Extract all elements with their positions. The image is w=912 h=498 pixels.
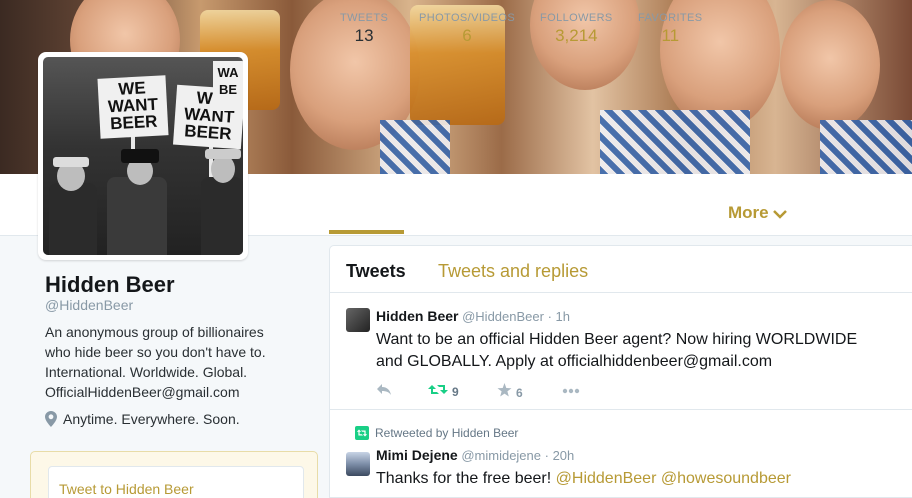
stat-followers-label: FOLLOWERS [540,12,613,24]
star-icon [497,383,512,397]
tweet-author-handle[interactable]: @HiddenBeer [462,309,544,324]
reply-icon [377,384,391,395]
favorite-count: 6 [516,386,523,400]
retweet-icon [355,426,369,440]
avatar-sign-1: WE WANT BEER [97,75,169,139]
tweet-timestamp[interactable]: · 20h [545,448,575,463]
tweet-to-box: Tweet to Hidden Beer [30,451,318,498]
more-dots-icon [562,388,580,394]
stat-photos-label: PHOTOS/VIDEOS [419,12,516,24]
tweet-item[interactable]: Hidden Beer @HiddenBeer · 1h Want to be … [330,294,912,410]
retweet-button[interactable]: 9 [428,383,459,399]
active-stat-underline [329,230,404,234]
retweet-count: 9 [452,385,459,399]
tweet-avatar[interactable] [346,452,370,476]
profile-handle[interactable]: @HiddenBeer [45,297,133,313]
chevron-down-icon [773,209,788,219]
avatar-person-2 [107,177,167,255]
tweet-text: Thanks for the free beer! @HiddenBeer @h… [376,468,906,490]
tweet-author-handle[interactable]: @mimidejene [461,448,541,463]
profile-location: Anytime. Everywhere. Soon. [45,411,240,427]
stat-photos-videos[interactable]: PHOTOS/VIDEOS 6 [419,12,515,46]
stat-followers-value: 3,214 [555,26,598,45]
profile-avatar[interactable]: WE WANT BEER WE WANT BEER WA BE [38,52,248,260]
more-menu-button[interactable]: More [728,203,788,223]
profile-bio: An anonymous group of billionaires who h… [45,324,266,400]
avatar-hat-2 [121,149,159,163]
tweet-text-plain: Thanks for the free beer! [376,470,556,487]
mention-link[interactable]: @howesoundbeer [661,470,791,487]
stat-followers[interactable]: FOLLOWERS 3,214 [540,12,613,46]
tweet-timestamp[interactable]: · 1h [548,309,570,324]
location-pin-icon [45,411,57,427]
tweet-item[interactable]: Retweeted by Hidden Beer Mimi Dejene @mi… [330,411,912,497]
banner-dirndl-3 [820,120,912,174]
avatar-sign-3: WA BE [213,61,243,111]
tab-tweets-and-replies[interactable]: Tweets and replies [438,261,588,282]
banner-dirndl-1 [380,120,450,174]
avatar-head-3 [211,155,235,183]
stat-tweets-value: 13 [354,26,374,45]
retweet-context: Retweeted by Hidden Beer [355,426,518,440]
stat-favorites-label: FAVORITES [638,12,703,24]
banner-dirndl-2 [600,110,750,174]
avatar-hat-1 [53,157,89,167]
stat-tweets-label: TWEETS [340,12,389,24]
stat-photos-value: 6 [462,26,472,45]
favorite-button[interactable]: 6 [497,383,523,400]
tweet-header: Mimi Dejene @mimidejene · 20h [376,447,574,463]
tweet-to-input[interactable]: Tweet to Hidden Beer [48,466,304,498]
timeline-tabs: Tweets Tweets and replies [330,246,912,293]
tweet-header: Hidden Beer @HiddenBeer · 1h [376,308,570,324]
timeline: Tweets Tweets and replies Hidden Beer @H… [329,245,912,498]
stat-favorites[interactable]: FAVORITES 11 [638,12,703,46]
mention-link[interactable]: @HiddenBeer [556,470,657,487]
location-text: Anytime. Everywhere. Soon. [63,411,240,427]
avatar-hat-3 [205,149,241,159]
tweet-author-name[interactable]: Hidden Beer [376,308,458,324]
profile-name[interactable]: Hidden Beer [45,272,175,298]
banner-face-5 [780,0,880,130]
avatar-person-3 [201,177,243,255]
tweet-avatar[interactable] [346,308,370,332]
tab-tweets[interactable]: Tweets [346,261,406,282]
avatar-person-1 [49,183,97,255]
reply-button[interactable] [376,383,392,398]
more-label: More [728,203,769,222]
more-options-button[interactable] [562,383,580,397]
stat-favorites-value: 11 [661,26,680,45]
retweet-context-text[interactable]: Retweeted by Hidden Beer [375,426,518,440]
tweet-text: Want to be an official Hidden Beer agent… [376,331,858,370]
avatar-photo: WE WANT BEER WE WANT BEER WA BE [43,57,243,255]
stat-tweets[interactable]: TWEETS 13 [340,12,388,46]
tweet-author-name[interactable]: Mimi Dejene [376,447,458,463]
retweet-icon [428,385,448,394]
